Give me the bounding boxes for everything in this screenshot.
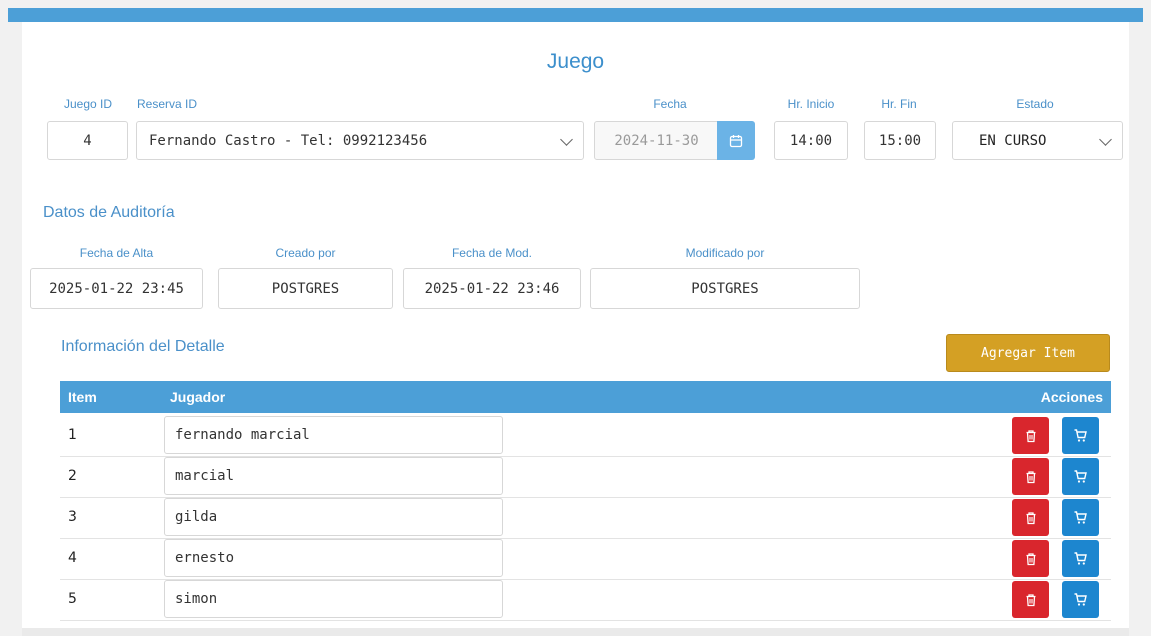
calendar-button[interactable] [717,121,755,160]
trash-icon [1024,511,1038,525]
hr-inicio-value: 14:00 [789,132,833,149]
trash-icon [1024,593,1038,607]
table-row: 2 marcial [60,456,1111,498]
audit-section-title: Datos de Auditoría [43,204,175,221]
add-item-button[interactable]: Agregar Item [946,334,1110,372]
item-number: 2 [68,468,77,484]
column-header-item: Item [68,389,97,405]
jugador-input[interactable]: gilda [164,498,503,536]
modificado-por-value: POSTGRES [691,280,759,297]
cart-item-button[interactable] [1062,458,1099,495]
hr-fin-label: Hr. Fin [881,97,917,111]
hr-inicio-label: Hr. Inicio [787,97,835,111]
cart-item-button[interactable] [1062,499,1099,536]
reserva-id-label: Reserva ID [137,97,198,111]
hr-inicio-field[interactable]: 14:00 [774,121,848,160]
jugador-input[interactable]: ernesto [164,539,503,577]
fecha-alta-field: 2025-01-22 23:45 [30,268,203,309]
delete-item-button[interactable] [1012,417,1049,454]
juego-id-field[interactable]: 4 [47,121,128,160]
jugador-input[interactable]: simon [164,580,503,618]
cart-icon [1073,469,1088,484]
juego-id-label: Juego ID [63,97,113,111]
hr-fin-field[interactable]: 15:00 [864,121,936,160]
cart-item-button[interactable] [1062,581,1099,618]
hr-fin-value: 15:00 [878,132,922,149]
trash-icon [1024,552,1038,566]
top-bar [8,8,1143,22]
cart-icon [1073,510,1088,525]
item-number: 3 [68,509,77,525]
fecha-mod-field: 2025-01-22 23:46 [403,268,581,309]
detail-section-title: Información del Detalle [61,338,225,355]
table-row: 3 gilda [60,497,1111,539]
fecha-mod-label: Fecha de Mod. [451,246,533,260]
delete-item-button[interactable] [1012,581,1049,618]
detail-table-header: Item Jugador Acciones [60,381,1111,413]
juego-id-value: 4 [83,132,92,149]
table-row: 1 fernando marcial [60,415,1111,457]
cart-item-button[interactable] [1062,540,1099,577]
estado-select[interactable]: EN CURSO [952,121,1123,160]
fecha-value: 2024-11-30 [614,132,699,149]
creado-por-label: Creado por [275,246,336,260]
cart-icon [1073,428,1088,443]
trash-icon [1024,470,1038,484]
delete-item-button[interactable] [1012,499,1049,536]
item-number: 4 [68,550,77,566]
item-number: 5 [68,591,77,607]
cart-icon [1073,551,1088,566]
cart-item-button[interactable] [1062,417,1099,454]
modificado-por-field: POSTGRES [590,268,860,309]
fecha-alta-label: Fecha de Alta [79,246,154,260]
table-row: 4 ernesto [60,538,1111,580]
delete-item-button[interactable] [1012,458,1049,495]
estado-select-value: EN CURSO [979,132,1047,149]
table-row: 5 simon [60,579,1111,621]
fecha-label: Fecha [653,97,687,111]
reserva-select[interactable]: Fernando Castro - Tel: 0992123456 [136,121,584,160]
chevron-down-icon [560,132,573,146]
page-title: Juego [546,50,605,73]
calendar-icon [729,134,743,147]
fecha-mod-value: 2025-01-22 23:46 [424,280,560,297]
column-header-jugador: Jugador [170,389,226,405]
jugador-input[interactable]: marcial [164,457,503,495]
delete-item-button[interactable] [1012,540,1049,577]
creado-por-value: POSTGRES [271,280,340,297]
creado-por-field: POSTGRES [218,268,393,309]
trash-icon [1024,429,1038,443]
column-header-acciones: Acciones [1040,389,1103,405]
modificado-por-label: Modificado por [685,246,765,260]
footer-divider [22,628,1129,636]
cart-icon [1073,592,1088,607]
estado-label: Estado [1016,97,1054,111]
reserva-select-value: Fernando Castro - Tel: 0992123456 [149,132,428,149]
item-number: 1 [68,427,77,443]
fecha-field: 2024-11-30 [594,121,719,160]
jugador-input[interactable]: fernando marcial [164,416,503,454]
fecha-alta-value: 2025-01-22 23:45 [49,280,184,297]
chevron-down-icon [1099,132,1112,146]
